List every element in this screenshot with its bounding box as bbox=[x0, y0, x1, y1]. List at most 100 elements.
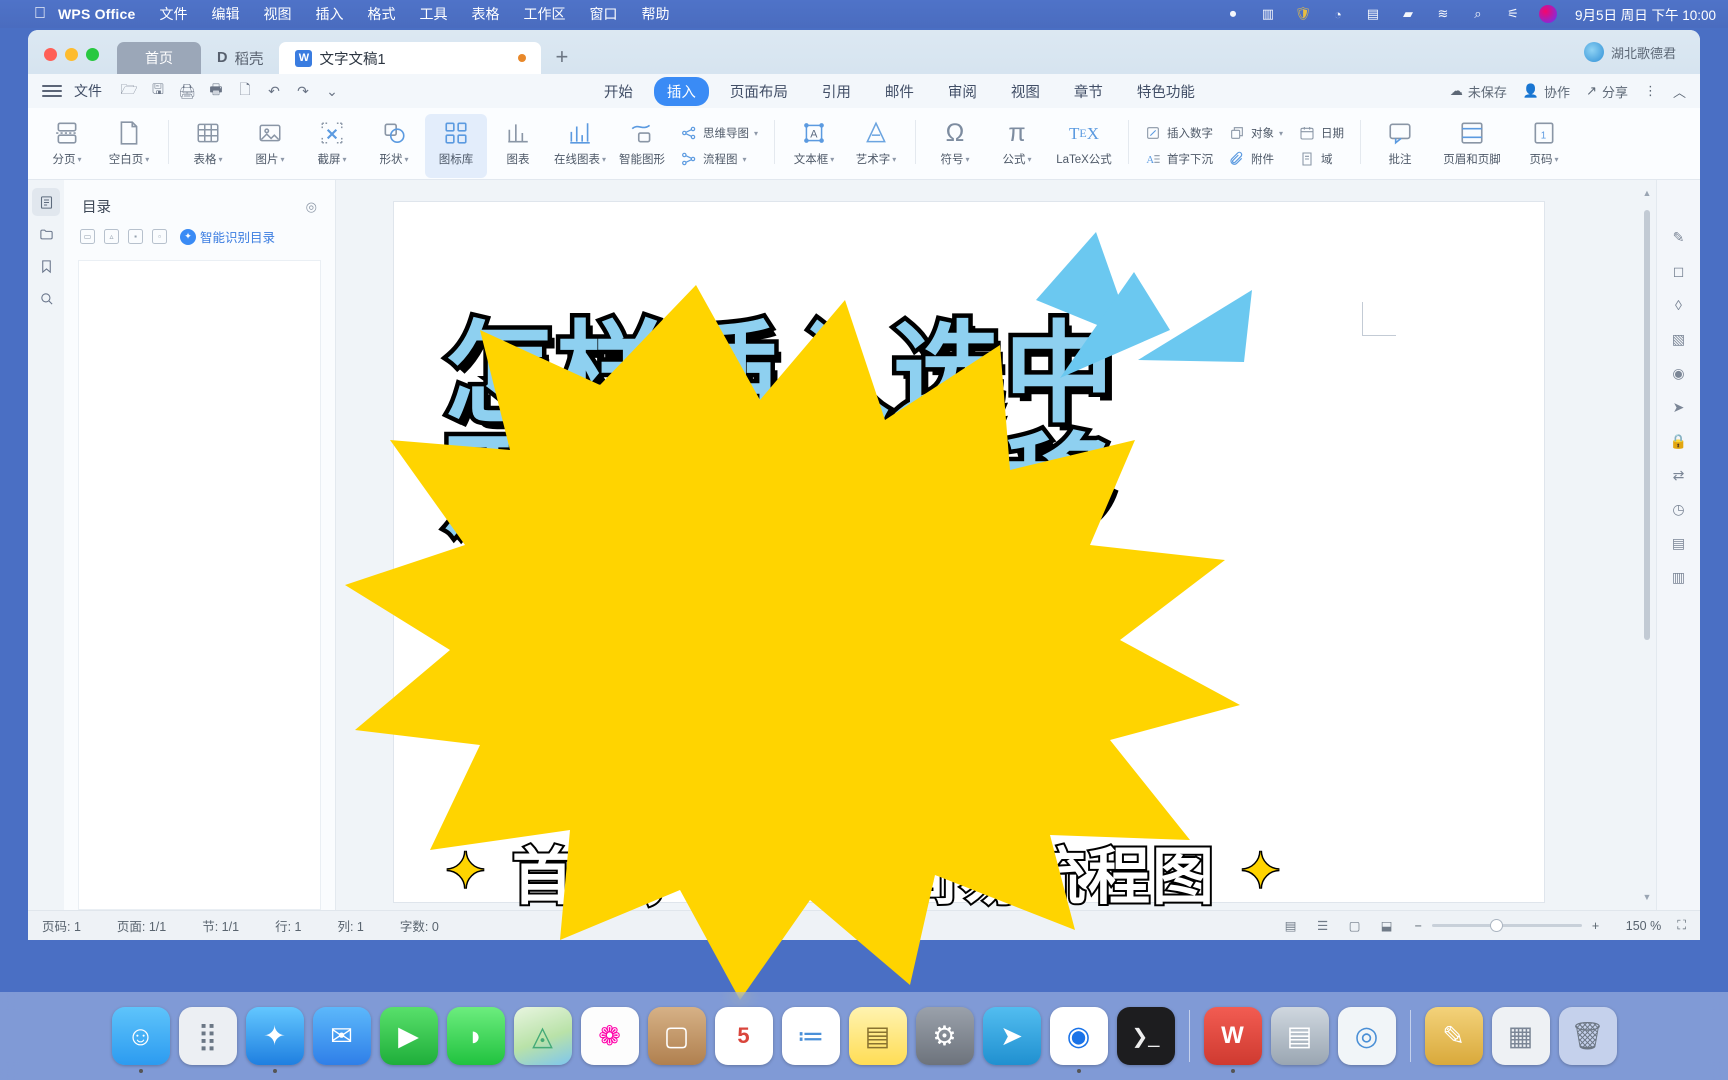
battery-icon[interactable]: ▰ bbox=[1399, 5, 1417, 23]
attachment-button[interactable]: 附件 bbox=[1223, 148, 1289, 170]
undo-icon[interactable]: ↶ bbox=[261, 79, 287, 103]
zoom-out-button[interactable]: − bbox=[1415, 919, 1422, 933]
window-controls[interactable] bbox=[44, 48, 99, 74]
focus-icon[interactable]: ⬓ bbox=[1377, 918, 1397, 934]
shield-icon[interactable]: 🛡 bbox=[1294, 5, 1312, 23]
dock-app-mail[interactable]: ✉ bbox=[312, 1007, 371, 1065]
settings-icon[interactable]: ◎ bbox=[306, 199, 317, 215]
menu-item-edit[interactable]: 编辑 bbox=[211, 4, 239, 24]
drop-cap-button[interactable]: A 首字下沉 bbox=[1139, 148, 1219, 170]
dock-app-messages[interactable]: ◗ bbox=[446, 1007, 505, 1065]
record-icon[interactable]: ⏺ bbox=[1224, 5, 1242, 23]
scrollbar-thumb[interactable] bbox=[1644, 210, 1650, 640]
export-pdf-icon[interactable]: 🗋 bbox=[232, 79, 258, 103]
menu-item-file[interactable]: 文件 bbox=[159, 4, 187, 24]
history-icon[interactable]: ◷ bbox=[1666, 496, 1692, 522]
dock-app-terminal[interactable]: ❯_ bbox=[1116, 1007, 1175, 1065]
level-4-button[interactable]: ▫ bbox=[152, 229, 167, 244]
zoom-slider-knob[interactable] bbox=[1489, 919, 1503, 932]
siri-icon[interactable] bbox=[1538, 5, 1557, 23]
date-button[interactable]: 日期 bbox=[1293, 122, 1350, 144]
pen-icon[interactable]: ✎ bbox=[1666, 224, 1692, 250]
ribbon-more-button[interactable]: ⋮ bbox=[1644, 83, 1657, 99]
menu-item-format[interactable]: 格式 bbox=[367, 4, 395, 24]
flowchart-button[interactable]: 流程图 ▾ bbox=[675, 148, 764, 170]
object-button[interactable]: 对象 ▾ bbox=[1223, 122, 1289, 144]
dock-folder-screenshots[interactable]: ▦ bbox=[1491, 1007, 1550, 1065]
ribbon-tab-sections[interactable]: 章节 bbox=[1061, 77, 1116, 106]
tab-document[interactable]: 文字文稿1 bbox=[279, 42, 542, 74]
ribbon-tab-mailings[interactable]: 邮件 bbox=[872, 77, 927, 106]
icon-library-button[interactable]: 图标库 bbox=[425, 114, 487, 178]
online-chart-button[interactable]: 在线图表 ▾ bbox=[549, 114, 611, 178]
dock-app-safari[interactable]: ✦ bbox=[245, 1007, 304, 1073]
insert-number-button[interactable]: 插入数字 bbox=[1139, 122, 1219, 144]
menu-item-workspace[interactable]: 工作区 bbox=[523, 4, 565, 24]
wordart-button[interactable]: 艺术字 ▾ bbox=[845, 114, 907, 178]
blank-page-button[interactable]: 空白页 ▾ bbox=[98, 114, 160, 178]
zoom-slider[interactable] bbox=[1431, 919, 1582, 932]
picture-button[interactable]: 图片 ▾ bbox=[239, 114, 301, 178]
table-button[interactable]: 表格 ▾ bbox=[177, 114, 239, 178]
header-footer-button[interactable]: 页眉和页脚 bbox=[1431, 114, 1513, 178]
ribbon-tab-references[interactable]: 引用 bbox=[809, 77, 864, 106]
control-center-icon[interactable]: ⚟ bbox=[1504, 5, 1522, 23]
shapes-icon[interactable]: ◻ bbox=[1666, 258, 1692, 284]
mindmap-button[interactable]: 思维导图 ▾ bbox=[675, 122, 764, 144]
dock-app-launchpad[interactable]: ⣿ bbox=[178, 1007, 237, 1065]
page-number-button[interactable]: 1 页码 ▾ bbox=[1513, 114, 1575, 178]
minimize-button[interactable] bbox=[65, 48, 78, 61]
wifi-icon[interactable]: ≋ bbox=[1434, 5, 1452, 23]
dock-app-finder[interactable]: ☺ bbox=[111, 1007, 170, 1073]
ribbon-tab-features[interactable]: 特色功能 bbox=[1124, 77, 1208, 106]
align-icon[interactable]: ⇄ bbox=[1666, 462, 1692, 488]
dock-app-telegram[interactable]: ➤ bbox=[982, 1007, 1041, 1065]
chart-button[interactable]: 图表 bbox=[487, 114, 549, 178]
smart-toc-button[interactable]: ✦ 智能识别目录 bbox=[180, 227, 275, 246]
ribbon-tab-start[interactable]: 开始 bbox=[591, 77, 646, 106]
menu-item-insert[interactable]: 插入 bbox=[315, 4, 343, 24]
dock-app-maps[interactable]: ◬ bbox=[513, 1007, 572, 1065]
menu-item-window[interactable]: 窗口 bbox=[589, 4, 617, 24]
rail-folder[interactable] bbox=[32, 220, 60, 248]
save-state-button[interactable]: ☁ 未保存 bbox=[1450, 82, 1507, 101]
new-tab-button[interactable]: + bbox=[541, 46, 582, 74]
field-button[interactable]: 域 bbox=[1293, 148, 1350, 170]
picture-icon[interactable]: ▧ bbox=[1666, 326, 1692, 352]
ribbon-collapse-button[interactable]: ︿ bbox=[1673, 82, 1686, 101]
tab-home[interactable]: 首页 bbox=[117, 42, 201, 74]
screenshot-button[interactable]: 截屏 ▾ bbox=[301, 114, 363, 178]
account-button[interactable]: 湖北歌德君 bbox=[1583, 42, 1700, 74]
stamp-icon[interactable]: ◉ bbox=[1666, 360, 1692, 386]
page-break-button[interactable]: 分页 ▾ bbox=[36, 114, 98, 178]
shapes-button[interactable]: 形状 ▾ bbox=[363, 114, 425, 178]
dock-app-chrome[interactable]: ◉ bbox=[1049, 1007, 1108, 1073]
formula-button[interactable]: π 公式 ▾ bbox=[986, 114, 1048, 178]
outline-view-icon[interactable]: ☰ bbox=[1313, 918, 1333, 934]
dock-app-scanner[interactable]: ▤ bbox=[1270, 1007, 1329, 1065]
textbox-button[interactable]: A 文本框 ▾ bbox=[783, 114, 845, 178]
menu-item-view[interactable]: 视图 bbox=[263, 4, 291, 24]
search-icon[interactable]: ⌕ bbox=[1469, 5, 1487, 23]
fullscreen-icon[interactable]: ⛶ bbox=[1677, 918, 1686, 933]
maximize-button[interactable] bbox=[86, 48, 99, 61]
menu-clock[interactable]: 9月5日 周日 下午 10:00 bbox=[1575, 4, 1716, 24]
dock-app-facetime[interactable]: ▶ bbox=[379, 1007, 438, 1065]
rail-outline[interactable] bbox=[32, 188, 60, 216]
cursor-icon[interactable]: ➤ bbox=[1666, 394, 1692, 420]
vertical-scrollbar[interactable]: ▲ ▼ bbox=[1642, 188, 1652, 902]
latex-button[interactable]: TEX LaTeX公式 bbox=[1048, 114, 1120, 178]
rail-bookmark[interactable] bbox=[32, 252, 60, 280]
dock-app-wps-office[interactable]: W bbox=[1203, 1007, 1262, 1073]
menu-item-table[interactable]: 表格 bbox=[471, 4, 499, 24]
dock-app-preview[interactable]: ◎ bbox=[1337, 1007, 1396, 1065]
close-button[interactable] bbox=[44, 48, 57, 61]
symbol-button[interactable]: Ω 符号 ▾ bbox=[924, 114, 986, 178]
file-menu-button[interactable]: 文件 bbox=[74, 81, 102, 101]
eraser-icon[interactable]: ◊ bbox=[1666, 292, 1692, 318]
lock-icon[interactable]: 🔒 bbox=[1666, 428, 1692, 454]
ribbon-tab-view[interactable]: 视图 bbox=[998, 77, 1053, 106]
page-view-icon[interactable]: ▤ bbox=[1281, 918, 1301, 934]
rail-search[interactable] bbox=[32, 284, 60, 312]
tab-docer[interactable]: D 稻壳 bbox=[201, 42, 279, 74]
